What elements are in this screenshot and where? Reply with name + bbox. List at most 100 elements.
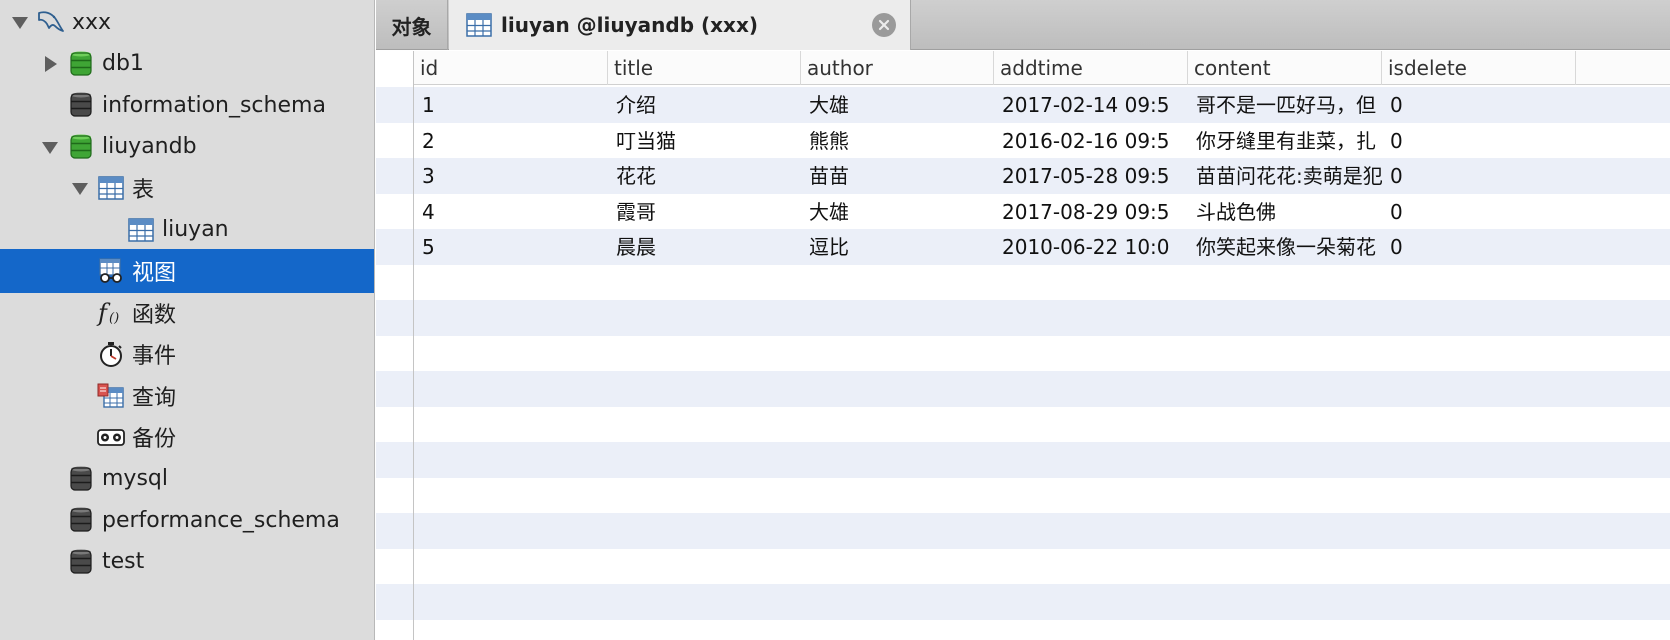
event-icon [96,339,126,369]
disclosure-expanded-icon[interactable] [10,12,30,32]
sidebar-item-label: 事件 [132,344,177,369]
sidebar-item[interactable]: liuyandb [0,125,374,169]
table-row[interactable]: 2 叮当猫 熊熊 2016-02-16 09:5 你牙缝里有韭菜，扎 0 [414,123,1670,159]
cell-isdelete[interactable]: 0 [1382,123,1576,159]
sidebar-item[interactable]: 事件 [0,332,374,376]
sidebar-item[interactable]: test [0,540,374,584]
cell-title[interactable]: 叮当猫 [608,123,801,159]
database-green-icon [66,132,96,162]
cell-addtime[interactable]: 2017-05-28 09:5 [994,158,1188,194]
sidebar-item-label: mysql [102,466,168,491]
database-green-icon [66,49,96,79]
row-stripe [376,407,1670,443]
database-gray-icon [66,464,96,494]
sidebar-item-label: liuyan [162,217,229,242]
cell-id[interactable]: 3 [414,158,608,194]
cell-content[interactable]: 斗战色佛 [1188,194,1382,230]
column-header-isdelete[interactable]: isdelete [1382,51,1576,85]
cell-content[interactable]: 你笑起来像一朵菊花 [1188,229,1382,265]
cell-isdelete[interactable]: 0 [1382,158,1576,194]
cell-id[interactable]: 1 [414,87,608,123]
sidebar-item[interactable]: 查询 [0,374,374,418]
svg-text:(): () [109,311,119,326]
tab-table-liuyan[interactable]: liuyan @liuyandb (xxx) [449,0,911,50]
cell-author[interactable]: 逗比 [801,229,994,265]
grid-header: id title author addtime content isdelete [414,51,1670,85]
sidebar-item-label: xxx [72,9,112,35]
cell-id[interactable]: 5 [414,229,608,265]
cell-content[interactable]: 苗苗问花花:卖萌是犯 [1188,158,1382,194]
row-gutter [376,51,414,640]
sidebar-item[interactable]: 表 [0,166,374,210]
table-icon [96,173,126,203]
cell-content[interactable]: 哥不是一匹好马，但 [1188,87,1382,123]
row-stripe [376,265,1670,301]
sidebar-item[interactable]: mysql [0,457,374,501]
cell-isdelete[interactable]: 0 [1382,229,1576,265]
view-icon [96,256,126,286]
row-stripe [376,513,1670,549]
row-stripe [376,549,1670,585]
database-gray-icon [66,505,96,535]
cell-author[interactable]: 熊熊 [801,123,994,159]
cell-addtime[interactable]: 2010-06-22 10:0 [994,229,1188,265]
sidebar-item[interactable]: information_schema [0,83,374,127]
data-grid: id title author addtime content isdelete 1 介绍大… [376,51,1670,640]
cell-author[interactable]: 苗苗 [801,158,994,194]
row-stripe [376,620,1670,640]
cell-addtime[interactable]: 2017-08-29 09:5 [994,194,1188,230]
table-icon [126,215,156,245]
sidebar-item[interactable]: 备份 [0,415,374,459]
sidebar-item[interactable]: db1 [0,42,374,86]
sidebar-item[interactable]: liuyan [0,208,374,252]
sidebar-item[interactable]: performance_schema [0,498,374,542]
column-header-id[interactable]: id [414,51,608,85]
sidebar-item-label: information_schema [102,92,326,118]
sidebar-item-label: 表 [132,178,155,203]
backup-icon [96,422,126,452]
cell-content[interactable]: 你牙缝里有韭菜，扎 [1188,123,1382,159]
sidebar-item[interactable]: 视图 [0,249,374,293]
column-header-addtime[interactable]: addtime [994,51,1188,85]
sidebar-item-label: test [102,549,145,574]
cell-id[interactable]: 4 [414,194,608,230]
sidebar-item-label: 函数 [132,302,177,328]
disclosure-collapsed-icon[interactable] [40,54,60,74]
cell-addtime[interactable]: 2016-02-16 09:5 [994,123,1188,159]
database-gray-icon [66,90,96,120]
cell-addtime[interactable]: 2017-02-14 09:5 [994,87,1188,123]
cell-id[interactable]: 2 [414,123,608,159]
column-header-title[interactable]: title [608,51,801,85]
disclosure-expanded-icon[interactable] [40,137,60,157]
cell-title[interactable]: 晨晨 [608,229,801,265]
mysql-connection-icon [36,7,66,37]
row-stripe [376,300,1670,336]
sidebar-item-label: db1 [102,51,144,76]
cell-title[interactable]: 霞哥 [608,194,801,230]
column-header-content[interactable]: content [1188,51,1382,85]
cell-isdelete[interactable]: 0 [1382,87,1576,123]
row-stripe [376,478,1670,514]
sidebar-item[interactable]: xxx [0,0,374,44]
cell-title[interactable]: 介绍 [608,87,801,123]
table-row[interactable]: 1 介绍 大雄 2017-02-14 09:5 哥不是一匹好马，但 0 [414,87,1670,123]
cell-isdelete[interactable]: 0 [1382,194,1576,230]
row-stripe [376,371,1670,407]
sidebar-item[interactable]: f() 函数 [0,291,374,335]
cell-author[interactable]: 大雄 [801,194,994,230]
table-row[interactable]: 4 霞哥 大雄 2017-08-29 09:5 斗战色佛 0 [414,194,1670,230]
cell-author[interactable]: 大雄 [801,87,994,123]
table-row[interactable]: 3 花花 苗苗 2017-05-28 09:5 苗苗问花花:卖萌是犯 0 [414,158,1670,194]
disclosure-expanded-icon[interactable] [70,178,90,198]
tab-objects[interactable]: 对象 [376,0,448,50]
tab-objects-label: 对象 [391,14,432,39]
cell-title[interactable]: 花花 [608,158,801,194]
row-stripe [376,584,1670,620]
table-row[interactable]: 5 晨晨 逗比 2010-06-22 10:0 你笑起来像一朵菊花 0 [414,229,1670,265]
sidebar-item-label: 视图 [132,261,177,286]
table-icon [465,11,493,39]
column-header-author[interactable]: author [801,51,994,85]
row-stripe [376,442,1670,478]
close-tab-icon[interactable] [872,13,896,37]
database-gray-icon [66,547,96,577]
